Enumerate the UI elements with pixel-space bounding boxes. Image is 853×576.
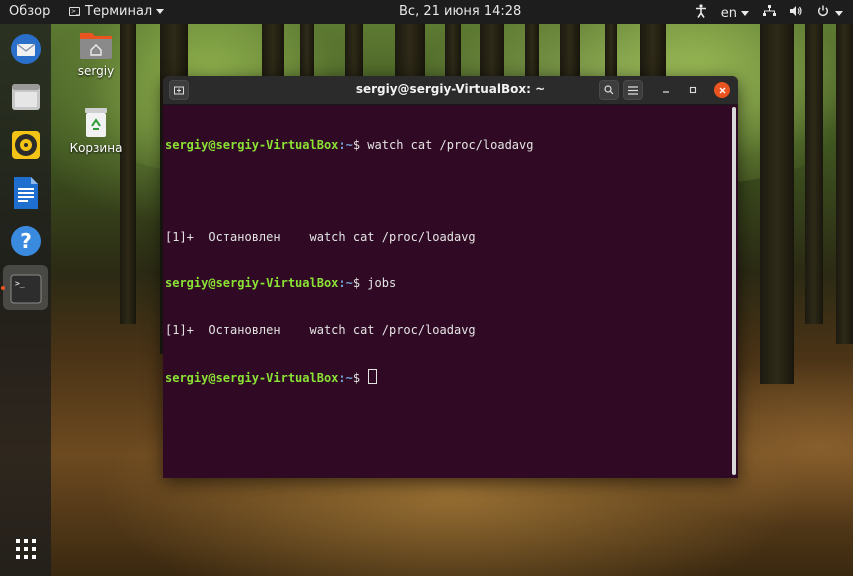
minimize-button[interactable] (656, 80, 676, 100)
app-menu-label: Терминал (85, 4, 153, 19)
prompt-symbol: $ (352, 370, 368, 385)
help-icon: ? (11, 226, 41, 256)
search-button[interactable] (599, 80, 619, 100)
chevron-down-icon (741, 10, 749, 16)
svg-text:?: ? (20, 229, 32, 253)
terminal-line: [1]+ Остановлен watch cat /proc/loadavg (165, 323, 728, 338)
prompt-user: sergiy@sergiy-VirtualBox (165, 137, 339, 152)
hamburger-menu-icon (628, 85, 638, 95)
chevron-down-icon[interactable] (835, 10, 843, 16)
volume-icon[interactable] (790, 5, 803, 21)
prompt-path: :~ (338, 137, 353, 152)
terminal-line: sergiy@sergiy-VirtualBox:~$ watch cat /p… (165, 138, 728, 153)
svg-text:>_: >_ (15, 279, 25, 288)
terminal-icon: >_ (69, 7, 80, 16)
terminal-scrollbar[interactable] (732, 107, 736, 475)
show-applications-button[interactable] (9, 532, 43, 566)
keyboard-layout-menu[interactable]: en (721, 6, 749, 21)
terminal-line: sergiy@sergiy-VirtualBox:~$ (165, 368, 728, 385)
prompt-symbol: $ (352, 137, 368, 152)
home-folder-icon (80, 33, 112, 59)
minimize-icon (663, 91, 669, 93)
text-cursor (368, 368, 378, 384)
dock-item-help[interactable]: ? (9, 224, 43, 258)
maximize-button[interactable] (683, 80, 703, 100)
chevron-down-icon (156, 9, 165, 14)
system-tray: en (695, 4, 843, 22)
command-text: watch cat /proc/loadavg (367, 137, 534, 152)
prompt-symbol: $ (352, 276, 368, 291)
power-icon[interactable] (817, 5, 829, 21)
menu-button[interactable] (623, 80, 643, 100)
search-icon (604, 85, 614, 95)
terminal-output[interactable]: sergiy@sergiy-VirtualBox:~$ watch cat /p… (163, 105, 730, 478)
dock-item-thunderbird[interactable] (9, 32, 43, 66)
desktop-icon-home[interactable]: sergiy (66, 29, 126, 78)
window-title: sergiy@sergiy-VirtualBox: ~ (355, 82, 546, 96)
maximize-icon (689, 86, 697, 94)
close-icon (719, 87, 725, 93)
desktop-icon-label: sergiy (77, 64, 115, 78)
clock[interactable]: Вс, 21 июня 14:28 (399, 4, 521, 19)
activities-button[interactable]: Обзор (9, 4, 50, 19)
command-text: jobs (367, 276, 397, 291)
keyboard-layout-label: en (720, 5, 737, 21)
desktop-icon-trash[interactable]: Корзина (66, 106, 126, 155)
terminal-titlebar[interactable]: sergiy@sergiy-VirtualBox: ~ (163, 76, 738, 105)
trash-icon (85, 108, 107, 137)
running-indicator (1, 286, 5, 290)
prompt-user: sergiy@sergiy-VirtualBox (165, 370, 339, 385)
terminal-window: sergiy@sergiy-VirtualBox: ~ sergiy@sergi… (163, 76, 738, 478)
dock-item-files[interactable] (9, 80, 43, 114)
terminal-line: sergiy@sergiy-VirtualBox:~$ jobs (165, 276, 728, 291)
prompt-user: sergiy@sergiy-VirtualBox (165, 276, 339, 291)
output-text: [1]+ Остановлен watch cat /proc/loadavg (165, 230, 476, 245)
document-icon (14, 177, 38, 209)
dock-item-terminal[interactable]: >_ (9, 272, 43, 306)
output-text: [1]+ Остановлен watch cat /proc/loadavg (165, 322, 476, 337)
folder-icon (12, 84, 40, 110)
dock-item-writer[interactable] (9, 176, 43, 210)
terminal-icon: >_ (10, 274, 42, 304)
prompt-path: :~ (338, 370, 353, 385)
prompt-path: :~ (338, 276, 353, 291)
desktop-icon-label: Корзина (69, 141, 123, 155)
terminal-line: [1]+ Остановлен watch cat /proc/loadavg (165, 230, 728, 245)
accessibility-icon[interactable] (695, 4, 707, 22)
dock: ? >_ (0, 24, 51, 576)
network-icon[interactable] (763, 5, 776, 21)
app-menu[interactable]: >_ Терминал (69, 4, 165, 19)
music-player-icon (12, 131, 40, 159)
close-button[interactable] (714, 82, 730, 98)
top-bar: Обзор >_ Терминал Вс, 21 июня 14:28 en (0, 0, 853, 24)
app-grid-icon (16, 539, 36, 559)
dock-item-rhythmbox[interactable] (9, 128, 43, 162)
mail-icon (11, 34, 41, 64)
